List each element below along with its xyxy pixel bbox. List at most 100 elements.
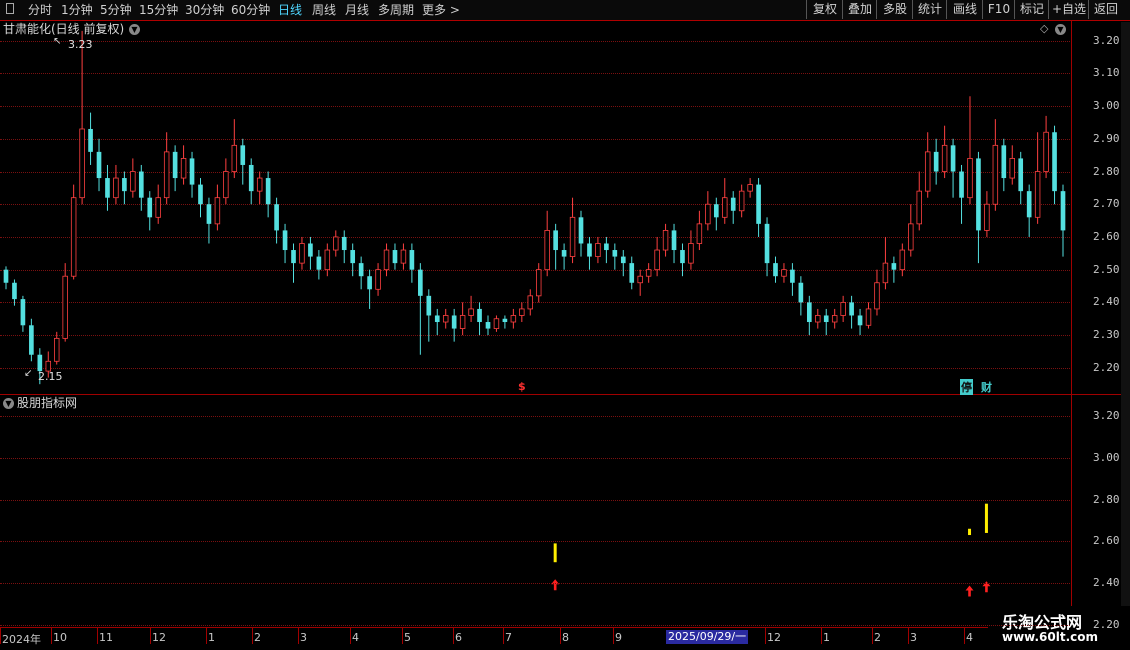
candle[interactable] (645, 263, 652, 283)
dividend-tag[interactable]: $ (518, 380, 526, 393)
draw-line-button[interactable]: 画线 (946, 0, 983, 19)
candle[interactable] (595, 236, 601, 264)
candle[interactable] (409, 243, 415, 283)
candle[interactable] (654, 236, 660, 277)
candle[interactable] (434, 308, 440, 336)
candle[interactable] (392, 243, 398, 270)
candle[interactable] (274, 197, 279, 244)
candle[interactable] (806, 295, 812, 336)
candle[interactable] (722, 178, 728, 224)
candle[interactable] (908, 204, 914, 257)
candle[interactable] (899, 243, 906, 277)
statistics-button[interactable]: 统计 (912, 0, 947, 19)
candle[interactable] (308, 236, 313, 270)
candle[interactable] (155, 184, 161, 224)
candle[interactable] (198, 178, 203, 218)
candle[interactable] (502, 315, 508, 329)
candle[interactable] (629, 256, 635, 290)
candle[interactable] (976, 151, 981, 264)
multi-stock-button[interactable]: 多股 (876, 0, 913, 19)
candle[interactable] (105, 164, 110, 211)
candle[interactable] (527, 289, 533, 316)
candle[interactable] (705, 191, 711, 231)
candle[interactable] (587, 236, 592, 270)
period-tab-multi[interactable]: 多周期 (378, 2, 414, 18)
candle[interactable] (1018, 151, 1024, 205)
candle[interactable] (1052, 125, 1057, 205)
candle[interactable] (223, 158, 229, 205)
candle[interactable] (20, 295, 26, 332)
candle[interactable] (54, 331, 60, 365)
candle[interactable] (815, 308, 821, 329)
candle[interactable] (984, 191, 990, 237)
candle[interactable] (282, 223, 288, 264)
candle[interactable] (240, 138, 246, 185)
fuquan-button[interactable]: 复权 (806, 0, 843, 19)
candle[interactable] (620, 250, 626, 277)
period-tab-60min[interactable]: 60分钟 (231, 2, 270, 18)
candle[interactable] (468, 295, 474, 323)
candle[interactable] (1043, 115, 1049, 179)
candle[interactable] (383, 243, 390, 277)
add-watchlist-button[interactable]: +自选 (1048, 0, 1089, 19)
candle[interactable] (553, 223, 558, 270)
candle[interactable] (798, 276, 804, 316)
candle[interactable] (341, 230, 347, 264)
candle[interactable] (578, 210, 584, 257)
candle[interactable] (147, 191, 153, 231)
candle[interactable] (849, 295, 854, 329)
period-tab-fenshi[interactable]: 分时 (28, 2, 52, 18)
buy-signal[interactable] (965, 528, 974, 597)
candle[interactable] (451, 308, 457, 342)
candle[interactable] (180, 145, 187, 185)
candle[interactable] (561, 243, 567, 270)
period-tab-more[interactable]: 更多 > (422, 2, 460, 18)
candle[interactable] (510, 308, 517, 329)
candle[interactable] (781, 263, 787, 283)
candle[interactable] (299, 236, 305, 270)
candle[interactable] (113, 164, 119, 205)
candle[interactable] (231, 119, 238, 179)
period-tab-5min[interactable]: 5分钟 (100, 2, 132, 18)
candle[interactable] (316, 250, 322, 280)
candle[interactable] (536, 263, 542, 303)
candle[interactable] (29, 318, 34, 362)
f10-button[interactable]: F10 (982, 0, 1015, 19)
suspend-tag[interactable]: 停 (960, 379, 973, 395)
candle[interactable] (265, 171, 271, 218)
candle[interactable] (764, 217, 770, 277)
back-button[interactable]: 返回 (1088, 0, 1123, 19)
candle[interactable] (1026, 184, 1032, 237)
candle[interactable] (569, 197, 576, 264)
candle[interactable] (459, 302, 466, 336)
candle[interactable] (122, 171, 127, 205)
candle[interactable] (485, 315, 491, 336)
candle[interactable] (367, 269, 372, 309)
candle[interactable] (680, 243, 685, 277)
candle[interactable] (756, 178, 761, 237)
candle[interactable] (62, 263, 68, 342)
candle[interactable] (189, 151, 195, 198)
candle[interactable] (12, 279, 17, 306)
candle[interactable] (418, 263, 423, 355)
candle[interactable] (840, 295, 846, 323)
candle[interactable] (916, 171, 922, 231)
period-tab-weekly[interactable]: 周线 (312, 2, 336, 18)
candle[interactable] (891, 256, 897, 283)
mark-button[interactable]: 标记 (1014, 0, 1049, 19)
candle[interactable] (130, 158, 136, 198)
candle[interactable] (604, 236, 609, 264)
candle[interactable] (992, 119, 999, 211)
candle[interactable] (544, 210, 550, 277)
candle[interactable] (1001, 138, 1007, 192)
candle[interactable] (138, 164, 144, 211)
candle[interactable] (941, 125, 948, 179)
candle[interactable] (831, 308, 838, 329)
indicator-chart[interactable] (0, 395, 1071, 627)
period-tab-1min[interactable]: 1分钟 (61, 2, 93, 18)
candle[interactable] (324, 243, 331, 277)
candle[interactable] (1060, 184, 1066, 257)
candle[interactable] (967, 96, 973, 205)
candle[interactable] (662, 223, 669, 257)
candle[interactable] (959, 164, 964, 224)
